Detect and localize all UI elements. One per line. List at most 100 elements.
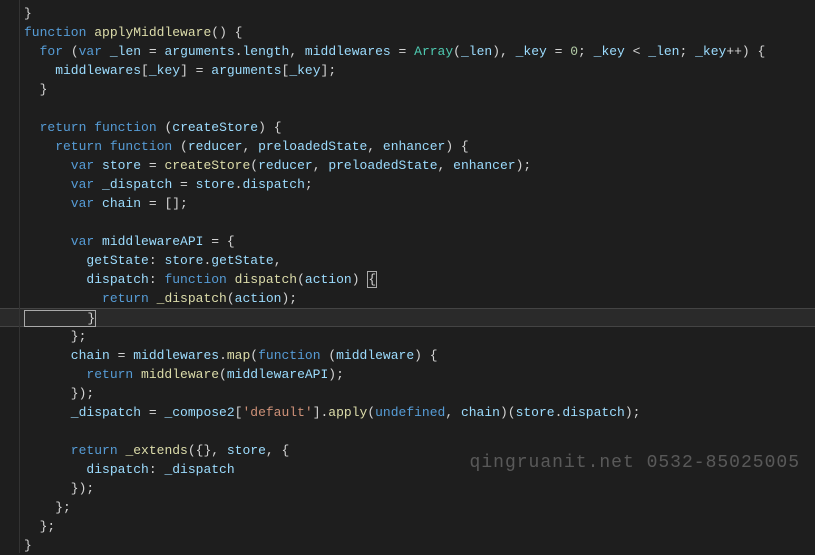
token-pun: ++) { — [726, 44, 765, 59]
token-id: middlewareAPI — [227, 367, 328, 382]
token-pun: }; — [24, 329, 86, 344]
token-pun: ) { — [414, 348, 437, 363]
token-id: _dispatch — [24, 405, 141, 420]
code-line[interactable] — [24, 422, 815, 441]
token-id: _dispatch — [102, 177, 172, 192]
token-pun: , { — [266, 443, 289, 458]
code-line[interactable]: return middleware(middlewareAPI); — [24, 365, 815, 384]
token-pun: } — [24, 82, 47, 97]
code-line[interactable] — [24, 213, 815, 232]
code-line[interactable]: chain = middlewares.map(function (middle… — [24, 346, 815, 365]
token-pun: : — [149, 462, 165, 477]
token-pun: }); — [24, 481, 94, 496]
token-pun: ( — [453, 44, 461, 59]
token-kw: return — [24, 367, 133, 382]
code-line[interactable]: dispatch: function dispatch(action) { — [24, 270, 815, 289]
token-pun: }; — [24, 519, 55, 534]
token-pun: ( — [367, 405, 375, 420]
token-id: chain — [24, 348, 110, 363]
token-pun: . — [235, 44, 243, 59]
code-line[interactable]: return function (reducer, preloadedState… — [24, 137, 815, 156]
code-line[interactable]: } — [24, 4, 815, 23]
token-pun: ( — [250, 348, 258, 363]
code-line[interactable]: }; — [24, 327, 815, 346]
token-str: 'default' — [242, 405, 312, 420]
token-id: preloadedState — [258, 139, 367, 154]
code-line[interactable]: for (var _len = arguments.length, middle… — [24, 42, 815, 61]
code-line[interactable]: function applyMiddleware() { — [24, 23, 815, 42]
token-pun: ( — [250, 158, 258, 173]
token-id: createStore — [172, 120, 258, 135]
code-line[interactable]: } — [24, 80, 815, 99]
token-pun: . — [219, 348, 227, 363]
token-pun: }; — [24, 500, 71, 515]
token-pun: ( — [227, 291, 235, 306]
token-pun: , — [367, 139, 383, 154]
token-pun: , — [242, 139, 258, 154]
code-line[interactable]: }; — [24, 517, 815, 536]
token-pun: ]; — [321, 63, 337, 78]
token-id: chain — [461, 405, 500, 420]
token-id: store — [102, 158, 141, 173]
token-id: reducer — [188, 139, 243, 154]
code-line[interactable]: _dispatch = _compose2['default'].apply(u… — [24, 403, 815, 422]
token-id: enhancer — [453, 158, 515, 173]
code-line[interactable]: }; — [24, 498, 815, 517]
code-line[interactable]: getState: store.getState, — [24, 251, 815, 270]
token-pun: ); — [328, 367, 344, 382]
token-id: arguments — [164, 44, 234, 59]
code-line[interactable]: var middlewareAPI = { — [24, 232, 815, 251]
token-pun — [94, 158, 102, 173]
token-pun: ( — [157, 120, 173, 135]
token-id: getState — [211, 253, 273, 268]
code-line[interactable]: var _dispatch = store.dispatch; — [24, 175, 815, 194]
token-kw: return — [24, 120, 86, 135]
code-line[interactable]: return _dispatch(action); — [24, 289, 815, 308]
token-pun: ( — [172, 139, 188, 154]
token-id: middlewares — [24, 63, 141, 78]
token-id: _len — [110, 44, 141, 59]
code-line[interactable] — [24, 99, 815, 118]
code-line[interactable]: var store = createStore(reducer, preload… — [24, 156, 815, 175]
token-pun — [133, 367, 141, 382]
code-line[interactable]: } — [24, 536, 815, 555]
token-kw: var — [24, 196, 94, 211]
token-id: dispatch — [24, 462, 149, 477]
token-pun: ); — [516, 158, 532, 173]
token-pun — [227, 272, 235, 287]
token-id: middlewares — [305, 44, 391, 59]
code-line[interactable]: } — [0, 308, 815, 327]
token-pun — [94, 177, 102, 192]
token-pun: : — [149, 272, 165, 287]
token-id: getState — [24, 253, 149, 268]
token-id: arguments — [211, 63, 281, 78]
token-id: _len — [648, 44, 679, 59]
code-line[interactable]: middlewares[_key] = arguments[_key]; — [24, 61, 815, 80]
token-kw: return — [24, 291, 149, 306]
code-line[interactable]: }); — [24, 479, 815, 498]
code-line[interactable]: var chain = []; — [24, 194, 815, 213]
token-pun: = — [172, 177, 195, 192]
token-kw: function — [94, 120, 156, 135]
token-id: dispatch — [562, 405, 624, 420]
token-pun: [ — [141, 63, 149, 78]
token-kw: var — [24, 158, 94, 173]
token-pun: () { — [211, 25, 242, 40]
token-fn: _extends — [125, 443, 187, 458]
token-fn: map — [227, 348, 250, 363]
code-line[interactable]: return function (createStore) { — [24, 118, 815, 137]
token-fn: applyMiddleware — [94, 25, 211, 40]
token-kw: var — [79, 44, 102, 59]
token-pun: < — [625, 44, 648, 59]
token-kw: function — [258, 348, 320, 363]
token-pun: ( — [63, 44, 79, 59]
token-pun: = []; — [141, 196, 188, 211]
token-id: middlewares — [133, 348, 219, 363]
token-cls: Array — [414, 44, 453, 59]
code-line[interactable]: }); — [24, 384, 815, 403]
token-id: _key — [516, 44, 547, 59]
token-id: _key — [289, 63, 320, 78]
token-id: dispatch — [24, 272, 149, 287]
token-id: _key — [695, 44, 726, 59]
token-pun — [94, 234, 102, 249]
